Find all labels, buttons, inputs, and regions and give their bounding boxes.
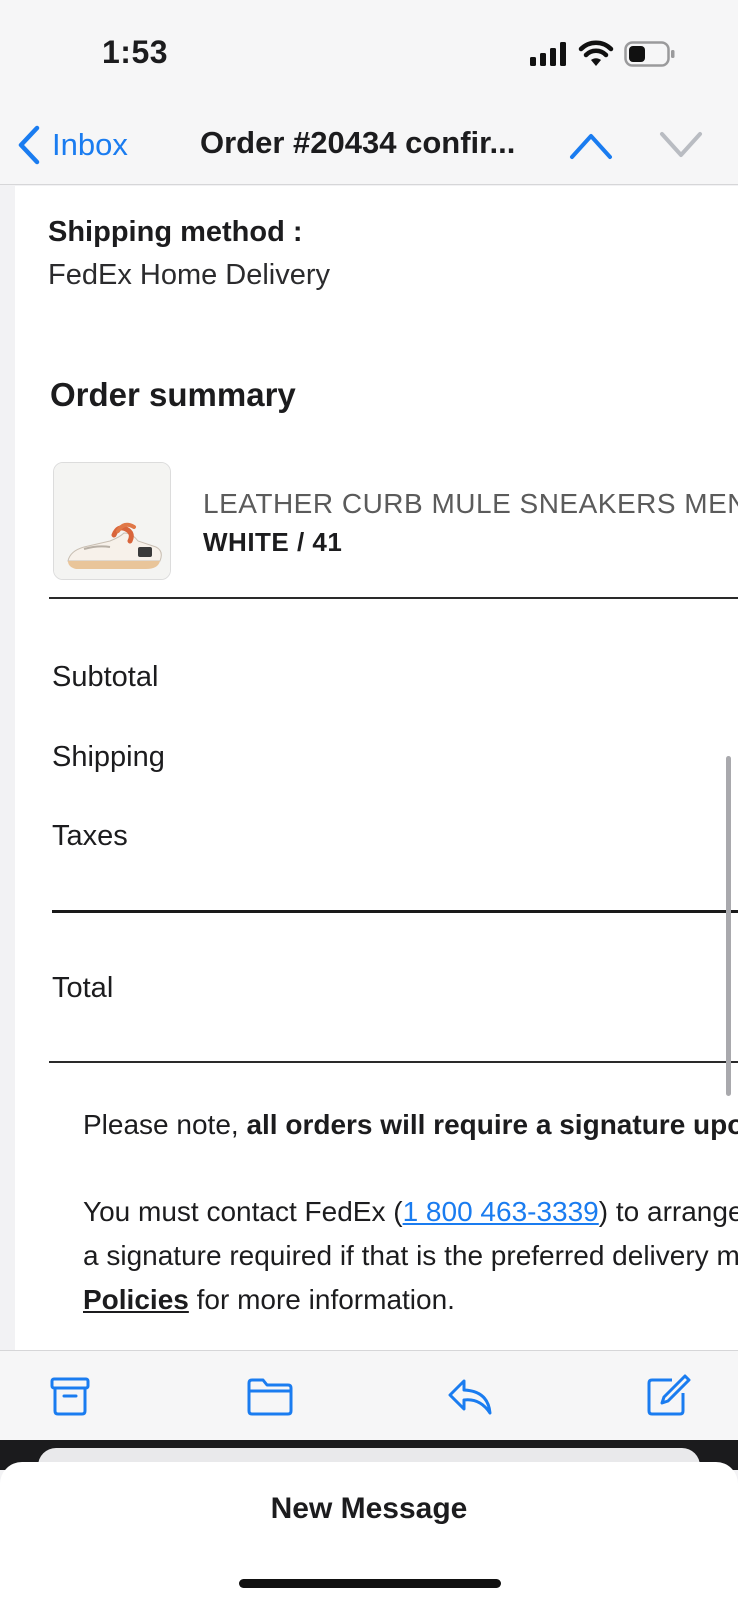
fedex-contact-note-line: a signature required if that is the pref… — [83, 1240, 738, 1271]
new-message-sheet[interactable]: New Message — [0, 1462, 738, 1600]
policies-note: Policies for more information. — [83, 1284, 455, 1316]
note-text: ) to arrange delivery without — [598, 1196, 738, 1227]
shipping-method-label: Shipping method : — [48, 216, 303, 248]
chevron-left-icon — [18, 125, 40, 165]
note-bold-text: all orders will require a signature upon… — [246, 1109, 738, 1140]
fedex-phone-link[interactable]: 1 800 463-3339 — [403, 1196, 599, 1227]
new-message-title[interactable]: New Message — [0, 1492, 738, 1526]
product-name: LEATHER CURB MULE SNEAKERS MEN — [203, 488, 738, 519]
compose-icon[interactable] — [644, 1373, 692, 1419]
email-subject-title: Order #20434 confir... — [200, 125, 516, 160]
mail-toolbar — [0, 1350, 738, 1442]
reply-icon[interactable] — [446, 1373, 494, 1419]
note-text: Please note, — [83, 1109, 247, 1140]
total-label: Total — [52, 972, 114, 1004]
cellular-signal-icon — [530, 42, 566, 66]
note-text: You must contact FedEx ( — [83, 1196, 403, 1227]
next-message-chevron-down-icon[interactable] — [658, 125, 704, 165]
previous-message-chevron-up-icon[interactable] — [568, 125, 614, 165]
fedex-contact-note: You must contact FedEx (1 800 463-3339) … — [83, 1196, 738, 1228]
back-label: Inbox — [52, 127, 128, 162]
battery-icon — [624, 41, 675, 67]
back-to-inbox-button[interactable]: Inbox — [16, 123, 128, 167]
signature-note: Please note, all orders will require a s… — [83, 1109, 738, 1141]
note-text: for more information. — [188, 1284, 455, 1315]
order-summary-title: Order summary — [50, 376, 296, 413]
divider — [49, 1061, 738, 1063]
shipping-method-value: FedEx Home Delivery — [48, 259, 331, 291]
policies-link[interactable]: Policies — [83, 1284, 189, 1315]
status-bar: 1:53 — [0, 0, 738, 105]
product-variant: WHITE / 41 — [203, 527, 343, 557]
home-indicator[interactable] — [239, 1579, 501, 1588]
taxes-label: Taxes — [52, 820, 128, 852]
subtotal-label: Subtotal — [52, 661, 159, 693]
sneaker-image — [54, 463, 170, 579]
email-body[interactable]: Shipping method : FedEx Home Delivery Or… — [15, 186, 738, 1350]
archive-icon[interactable] — [46, 1373, 94, 1419]
product-thumbnail[interactable] — [53, 462, 171, 580]
wifi-icon — [578, 40, 614, 66]
divider — [49, 597, 738, 599]
status-time: 1:53 — [102, 34, 169, 70]
scrollbar[interactable] — [726, 756, 731, 1096]
divider — [52, 910, 738, 913]
folder-icon[interactable] — [246, 1373, 294, 1419]
shipping-label: Shipping — [52, 741, 165, 773]
mail-nav-bar: Inbox Order #20434 confir... — [0, 105, 738, 185]
